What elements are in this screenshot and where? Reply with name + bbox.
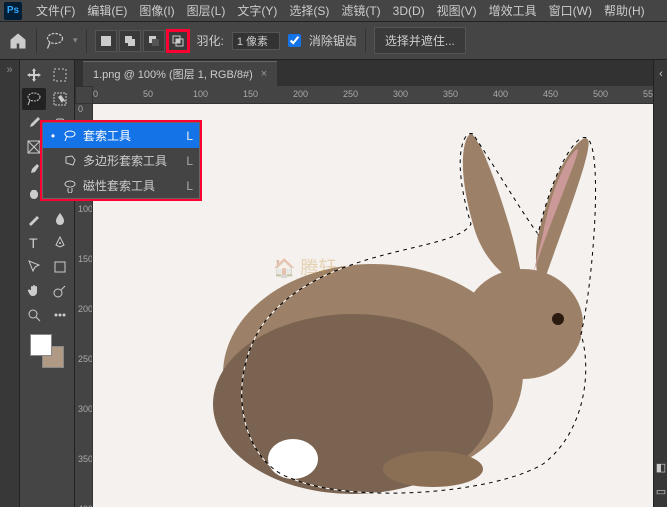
lasso-tool[interactable]	[22, 88, 46, 110]
select-and-mask-button[interactable]: 选择并遮住...	[374, 27, 466, 54]
menu-type[interactable]: 文字(Y)	[231, 0, 283, 22]
move-tool[interactable]	[22, 64, 46, 86]
separator	[36, 29, 37, 53]
marquee-tool[interactable]	[48, 64, 72, 86]
menu-select[interactable]: 选择(S)	[283, 0, 335, 22]
flyout-label: 磁性套索工具	[83, 177, 180, 194]
path-select-tool[interactable]	[22, 256, 46, 278]
separator	[365, 29, 366, 53]
flyout-label: 套索工具	[83, 127, 180, 144]
selection-intersect[interactable]	[167, 30, 189, 52]
flyout-shortcut: L	[186, 154, 193, 168]
ruler-horizontal[interactable]: 050100150200250300350400450500550	[93, 86, 667, 104]
dodge-tool[interactable]	[48, 280, 72, 302]
active-dot: •	[49, 129, 57, 143]
poly-lasso-icon	[63, 154, 77, 168]
separator	[86, 29, 87, 53]
menu-3d[interactable]: 3D(D)	[387, 1, 431, 21]
foreground-color[interactable]	[30, 334, 52, 356]
type-tool[interactable]: T	[22, 232, 46, 254]
menu-image[interactable]: 图像(I)	[133, 0, 180, 22]
panel-collapse-strip[interactable]: »	[0, 60, 20, 507]
rabbit-image	[173, 124, 603, 504]
flyout-shortcut: L	[186, 129, 193, 143]
selection-mode-group	[95, 30, 189, 52]
tab-title: 1.png @ 100% (图层 1, RGB/8#)	[93, 66, 253, 82]
document-tab[interactable]: 1.png @ 100% (图层 1, RGB/8#) ×	[83, 61, 277, 86]
svg-text:T: T	[29, 235, 38, 251]
menu-help[interactable]: 帮助(H)	[598, 0, 651, 22]
options-bar: ▾ 羽化: 消除锯齿 选择并遮住...	[0, 22, 667, 60]
selection-subtract[interactable]	[143, 30, 165, 52]
edit-toolbar[interactable]	[48, 304, 72, 326]
blur-tool[interactable]	[48, 208, 72, 230]
menu-layer[interactable]: 图层(L)	[181, 0, 232, 22]
lasso-icon	[63, 129, 77, 143]
pen-tool[interactable]	[48, 232, 72, 254]
antialias-label: 消除锯齿	[309, 32, 357, 49]
color-swatches[interactable]	[22, 328, 72, 368]
menu-window[interactable]: 窗口(W)	[543, 0, 598, 22]
menubar: Ps 文件(F) 编辑(E) 图像(I) 图层(L) 文字(Y) 选择(S) 滤…	[0, 0, 667, 22]
document-tabs: 1.png @ 100% (图层 1, RGB/8#) ×	[75, 60, 667, 86]
object-select-tool[interactable]	[48, 88, 72, 110]
shape-tool[interactable]	[48, 256, 72, 278]
flyout-magnetic-lasso[interactable]: 磁性套索工具 L	[43, 173, 199, 198]
menu-plugins[interactable]: 增效工具	[483, 0, 543, 22]
flyout-lasso[interactable]: • 套索工具 L	[43, 123, 199, 148]
antialias-checkbox[interactable]	[288, 34, 301, 47]
panel-icon[interactable]: ◧	[654, 457, 667, 477]
flyout-label: 多边形套索工具	[83, 152, 180, 169]
app-logo: Ps	[4, 2, 22, 20]
feather-label: 羽化:	[197, 32, 224, 49]
magnetic-lasso-icon	[63, 179, 77, 193]
flyout-poly-lasso[interactable]: 多边形套索工具 L	[43, 148, 199, 173]
feather-input[interactable]	[232, 32, 280, 50]
selection-add[interactable]	[119, 30, 141, 52]
selection-new[interactable]	[95, 30, 117, 52]
active-tool-icon[interactable]	[45, 31, 65, 51]
right-panel-strip[interactable]: ‹ ◧ ▭	[653, 60, 667, 507]
menu-file[interactable]: 文件(F)	[30, 0, 81, 22]
chevron-icon[interactable]: ‹	[654, 64, 667, 84]
menu-edit[interactable]: 编辑(E)	[81, 0, 133, 22]
watermark: 🏠 腾轩	[273, 254, 336, 280]
lasso-flyout-menu: • 套索工具 L 多边形套索工具 L 磁性套索工具 L	[42, 122, 200, 199]
close-tab-icon[interactable]: ×	[261, 68, 267, 80]
hand-tool[interactable]	[22, 280, 46, 302]
home-button[interactable]	[8, 31, 28, 51]
panel-icon[interactable]: ▭	[654, 481, 667, 501]
flyout-shortcut: L	[186, 179, 193, 193]
ruler-corner	[75, 86, 93, 104]
menu-filter[interactable]: 滤镜(T)	[335, 0, 386, 22]
chevron-icon[interactable]: »	[0, 64, 19, 76]
zoom-tool[interactable]	[22, 304, 46, 326]
menu-view[interactable]: 视图(V)	[431, 0, 483, 22]
pencil-tool[interactable]	[22, 208, 46, 230]
